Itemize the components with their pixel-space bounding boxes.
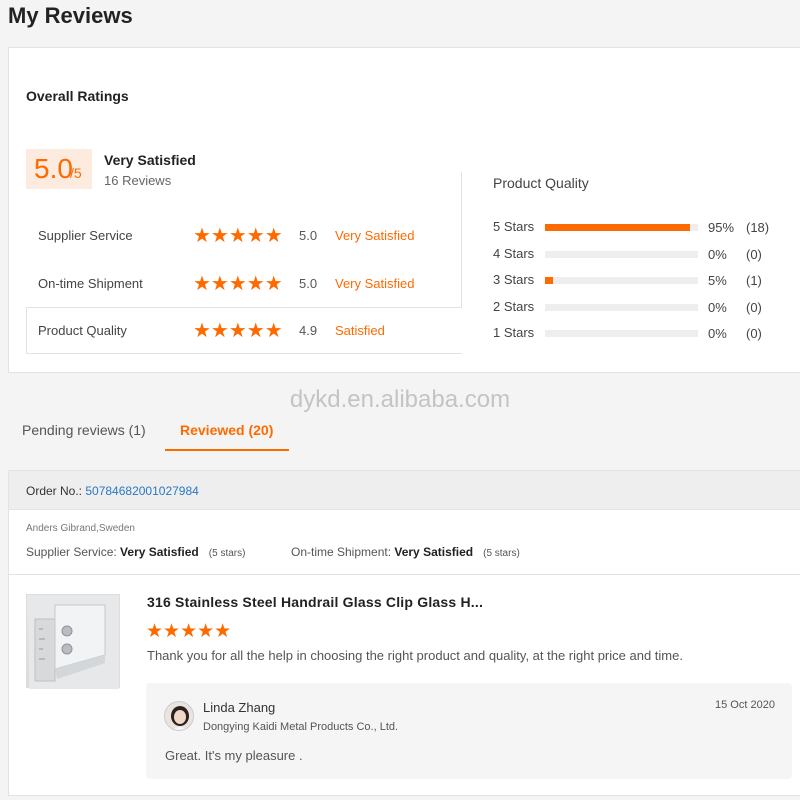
buyer-name: Anders Gibrand,Sweden [26, 523, 135, 534]
reply-author-name: Linda Zhang [203, 700, 276, 715]
star-level-label: 4 Stars [493, 246, 535, 261]
tab-pending-reviews[interactable]: Pending reviews (1) [22, 422, 146, 438]
shipment-value: Very Satisfied [394, 545, 474, 559]
order-number-label: Order No.: [26, 484, 86, 498]
star-level-label: 5 Stars [493, 219, 535, 234]
rating-score: 4.9 [299, 323, 318, 338]
reply-text: Great. It's my pleasure . [165, 748, 303, 763]
progress-bar [545, 277, 698, 284]
count-label: (0) [746, 326, 762, 341]
product-thumbnail[interactable] [26, 594, 120, 689]
count-label: (18) [746, 220, 770, 235]
order-number-row: Order No.: 50784682001027984 [26, 484, 199, 498]
overall-score-suffix: /5 [70, 165, 82, 181]
product-star-rating-icon: ★★★★★ [146, 620, 232, 642]
progress-fill [545, 224, 691, 231]
review-text: Thank you for all the help in choosing t… [147, 648, 683, 663]
rating-label: Product Quality [38, 323, 127, 338]
count-label: (0) [746, 300, 762, 315]
star-level-label: 3 Stars [493, 272, 535, 287]
percent-label: 5% [708, 273, 727, 288]
progress-fill [545, 277, 553, 284]
overall-score: 5.0 [34, 153, 73, 184]
rating-label: On-time Shipment [38, 276, 143, 291]
rating-text: Satisfied [335, 323, 385, 338]
review-count: 16 Reviews [104, 173, 172, 188]
supplier-service-rating: Supplier Service: Very Satisfied (5 star… [26, 545, 245, 559]
percent-label: 0% [708, 326, 727, 341]
star-level-label: 2 Stars [493, 299, 535, 314]
divider [461, 172, 462, 307]
order-number-link[interactable]: 50784682001027984 [85, 484, 198, 498]
supplier-service-value: Very Satisfied [120, 545, 199, 559]
percent-label: 95% [708, 220, 735, 235]
divider [8, 574, 800, 575]
progress-bar [545, 251, 698, 258]
overall-score-badge: 5.0 /5 [26, 149, 92, 189]
star-rating-icon: ★★★★★ [193, 223, 283, 247]
active-tab-indicator [165, 449, 289, 451]
count-label: (0) [746, 247, 762, 262]
product-title-link[interactable]: 316 Stainless Steel Handrail Glass Clip … [147, 594, 483, 610]
rating-text: Very Satisfied [335, 228, 415, 243]
rating-score: 5.0 [299, 276, 318, 291]
watermark: dykd.en.alibaba.com [289, 386, 511, 413]
overall-ratings-title: Overall Ratings [26, 88, 129, 104]
avatar [164, 701, 194, 731]
progress-bar [545, 330, 698, 337]
progress-bar [545, 224, 698, 231]
progress-bar [545, 304, 698, 311]
percent-label: 0% [708, 247, 727, 262]
reply-company: Dongying Kaidi Metal Products Co., Ltd. [203, 721, 399, 733]
star-level-label: 1 Stars [493, 325, 535, 340]
reply-date: 15 Oct 2020 [715, 699, 775, 711]
overall-satisfaction: Very Satisfied [104, 152, 196, 168]
star-rating-icon: ★★★★★ [193, 318, 283, 342]
shipment-stars: (5 stars) [483, 548, 520, 559]
shipment-label: On-time Shipment: [291, 545, 395, 559]
star-rating-icon: ★★★★★ [193, 271, 283, 295]
glass-clip-image-icon [29, 595, 119, 689]
page-title: My Reviews [8, 3, 133, 28]
count-label: (1) [746, 273, 762, 288]
rating-label: Supplier Service [38, 228, 133, 243]
shipment-rating: On-time Shipment: Very Satisfied (5 star… [291, 545, 520, 559]
supplier-service-stars: (5 stars) [208, 548, 246, 559]
supplier-service-label: Supplier Service: [26, 545, 121, 559]
rating-text: Very Satisfied [335, 276, 415, 291]
product-quality-title: Product Quality [493, 175, 589, 191]
tab-reviewed[interactable]: Reviewed (20) [180, 422, 273, 438]
percent-label: 0% [708, 300, 727, 315]
rating-score: 5.0 [299, 228, 318, 243]
